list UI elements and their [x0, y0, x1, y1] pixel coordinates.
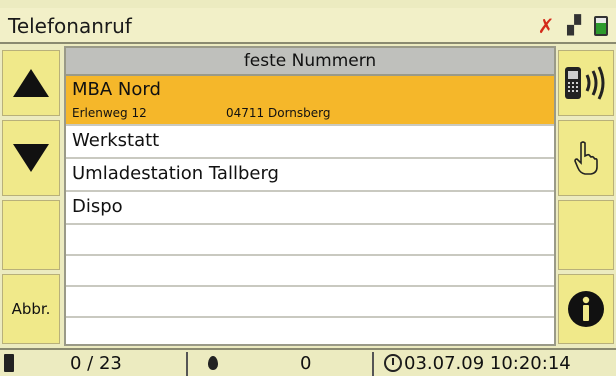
list-item-name: Dispo	[72, 196, 123, 217]
empty-left-button[interactable]	[2, 200, 60, 270]
divider	[186, 352, 188, 376]
list-item[interactable]: Werkstatt	[66, 126, 554, 159]
list-item-name: MBA Nord	[72, 79, 161, 100]
drop-icon	[208, 356, 218, 370]
info-button[interactable]	[558, 274, 614, 344]
list-item[interactable]: MBA Nord Erlenweg 12 04711 Dornsberg	[66, 76, 554, 126]
container-icon	[4, 354, 14, 372]
right-button-column	[556, 46, 616, 346]
list-item-city: 04711 Dornsberg	[226, 106, 331, 120]
no-gps-icon: ✗	[537, 14, 555, 38]
list-item-street: Erlenweg 12	[72, 106, 147, 120]
list-header: feste Nummern	[66, 48, 554, 76]
arrow-up-icon	[13, 69, 49, 97]
phone-call-icon	[565, 66, 605, 100]
empty-list-row	[66, 225, 554, 256]
list-item[interactable]: Dispo	[66, 192, 554, 225]
battery-icon	[594, 16, 608, 36]
empty-right-button[interactable]	[558, 200, 614, 270]
empty-list-row	[66, 287, 554, 318]
scroll-up-button[interactable]	[2, 50, 60, 116]
status-icons: ✗ ▞	[534, 14, 608, 38]
info-icon	[568, 291, 604, 327]
screen: Telefonanruf ✗ ▞ Abbr. feste Nummern MBA…	[0, 0, 616, 376]
number-list: feste Nummern MBA Nord Erlenweg 12 04711…	[64, 46, 556, 346]
touch-button[interactable]	[558, 120, 614, 196]
empty-list-row	[66, 256, 554, 287]
signal-icon: ▞	[567, 15, 581, 36]
left-button-column: Abbr.	[0, 46, 64, 346]
list-item-name: Werkstatt	[72, 130, 160, 151]
abort-label: Abbr.	[11, 300, 51, 318]
drops-value: 0	[300, 353, 312, 374]
bottom-status-bar: 0 / 23 0 03.07.09 10:20:14	[0, 348, 616, 376]
clock-icon	[384, 354, 402, 372]
window-title: Telefonanruf	[8, 14, 132, 38]
list-item[interactable]: Umladestation Tallberg	[66, 159, 554, 192]
abort-button[interactable]: Abbr.	[2, 274, 60, 344]
count-value: 0 / 23	[70, 353, 122, 374]
scroll-down-button[interactable]	[2, 120, 60, 196]
arrow-down-icon	[13, 144, 49, 172]
list-item-name: Umladestation Tallberg	[72, 163, 279, 184]
call-button[interactable]	[558, 50, 614, 116]
title-bar: Telefonanruf ✗ ▞	[0, 8, 616, 44]
datetime-value: 03.07.09 10:20:14	[404, 353, 571, 374]
empty-list-row	[66, 318, 554, 344]
divider	[372, 352, 374, 376]
hand-pointer-icon	[574, 141, 598, 175]
